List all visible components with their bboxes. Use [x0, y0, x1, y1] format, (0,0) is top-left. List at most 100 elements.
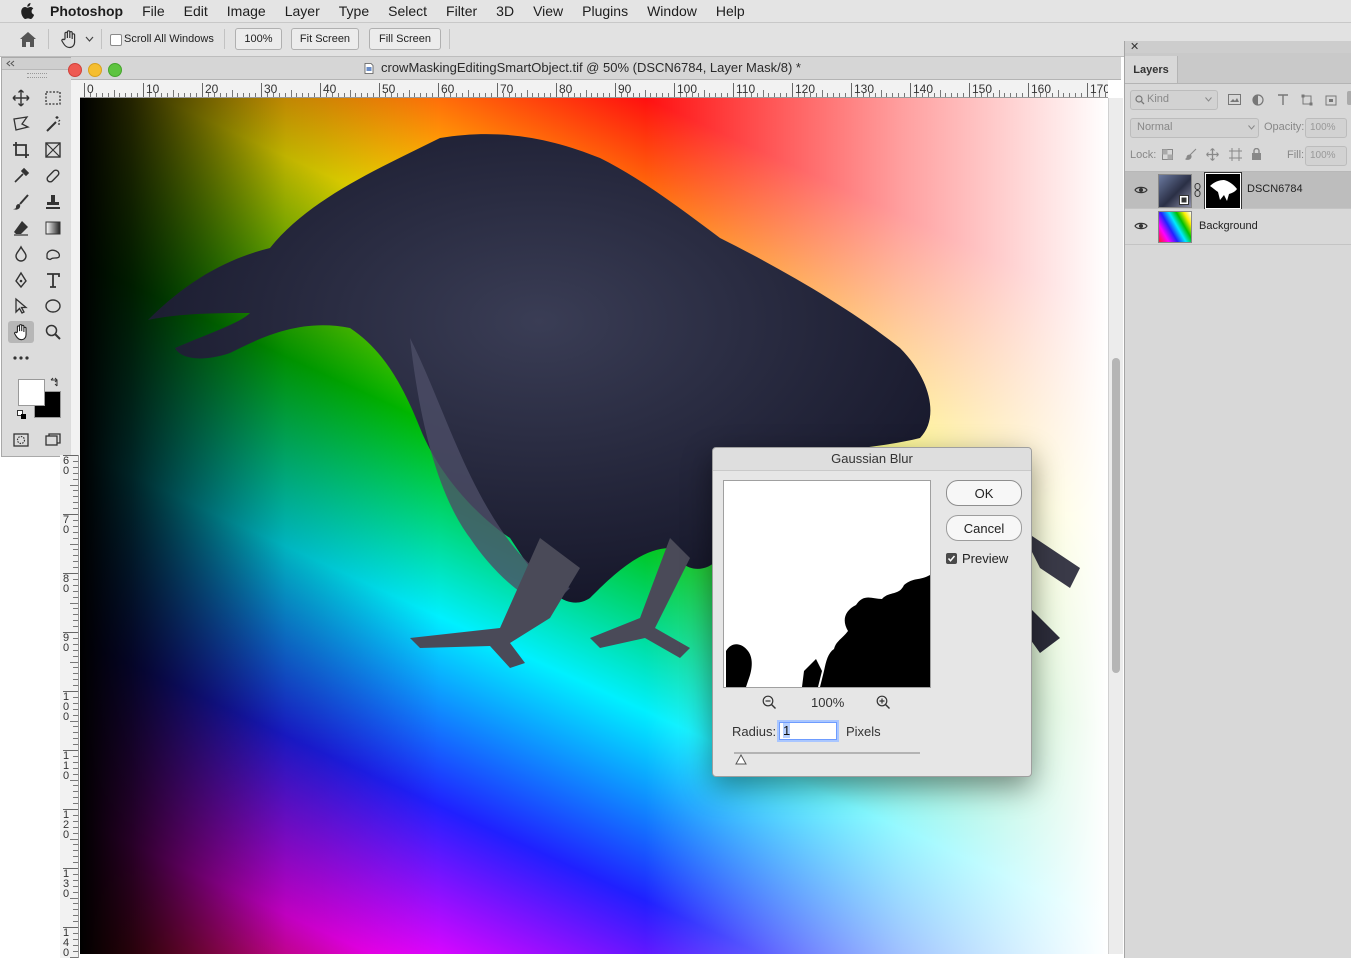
adjustment-filter-icon[interactable] [1252, 94, 1264, 106]
scrollbar-thumb[interactable] [1112, 358, 1120, 673]
lock-position-icon[interactable] [1206, 148, 1219, 161]
magic-wand-tool[interactable] [40, 113, 66, 135]
move-tool[interactable] [8, 87, 34, 109]
radius-value[interactable]: 1 [783, 723, 791, 738]
hand-tool-icon[interactable] [59, 29, 79, 49]
tab-layers[interactable]: Layers [1125, 56, 1178, 83]
eyedropper-tool[interactable] [8, 165, 34, 187]
layer-thumbnail[interactable] [1158, 174, 1192, 208]
eraser-tool[interactable] [8, 217, 34, 239]
menu-edit[interactable]: Edit [184, 3, 208, 19]
chevron-down-icon [1248, 125, 1255, 130]
menu-app-photoshop[interactable]: Photoshop [50, 3, 123, 19]
layer-name[interactable]: Background [1199, 220, 1258, 232]
lock-artboard-icon[interactable] [1229, 148, 1242, 161]
layer-row-dscn6784[interactable]: DSCN6784 [1125, 172, 1351, 210]
menu-select[interactable]: Select [388, 3, 427, 19]
chain-link-icon[interactable] [1194, 183, 1201, 197]
zoom-tool[interactable] [40, 321, 66, 343]
radius-slider-track[interactable] [734, 752, 920, 754]
eye-icon[interactable] [1134, 221, 1148, 231]
layer-name[interactable]: DSCN6784 [1247, 183, 1303, 195]
lock-pixels-icon[interactable] [1185, 148, 1197, 160]
marquee-tool[interactable] [40, 87, 66, 109]
brush-tool[interactable] [8, 191, 34, 213]
layer-row-background[interactable]: Background [1125, 209, 1351, 245]
chevron-down-icon[interactable] [85, 36, 94, 43]
menu-window[interactable]: Window [647, 3, 697, 19]
ok-button[interactable]: OK [946, 480, 1022, 506]
fit-screen-button[interactable]: Fit Screen [291, 28, 359, 50]
close-panel-icon[interactable]: ✕ [1130, 40, 1139, 53]
menu-layer[interactable]: Layer [285, 3, 320, 19]
blend-mode-select[interactable]: Normal [1130, 118, 1259, 138]
lock-all-icon[interactable] [1251, 148, 1262, 160]
edit-toolbar[interactable] [8, 347, 34, 369]
kind-filter-select[interactable]: Kind [1130, 90, 1218, 110]
close-window-button[interactable] [68, 63, 82, 77]
pixel-filter-icon[interactable] [1228, 94, 1241, 105]
foreground-color-swatch[interactable] [18, 379, 45, 406]
dialog-title[interactable]: Gaussian Blur [713, 448, 1031, 471]
frame-tool[interactable] [40, 139, 66, 161]
collapse-icon[interactable] [6, 60, 15, 67]
stamp-tool[interactable] [40, 191, 66, 213]
shape-filter-icon[interactable] [1301, 94, 1313, 106]
layer-thumbnail[interactable] [1158, 211, 1192, 243]
type-tool[interactable] [40, 269, 66, 291]
type-filter-icon[interactable] [1277, 94, 1289, 105]
polygonal-lasso-icon [13, 116, 30, 131]
menu-help[interactable]: Help [716, 3, 745, 19]
cancel-button[interactable]: Cancel [946, 515, 1022, 541]
healing-brush-tool[interactable] [40, 165, 66, 187]
smart-object-filter-icon[interactable] [1325, 94, 1337, 106]
zoom-in-icon[interactable] [876, 695, 891, 710]
ruler-tick [969, 83, 970, 97]
swap-colors-icon[interactable] [49, 377, 60, 388]
preview-checkbox[interactable] [946, 553, 957, 564]
opacity-input[interactable]: 100% [1305, 118, 1347, 138]
screen-mode-button[interactable] [40, 429, 66, 451]
layer-mask-thumbnail[interactable] [1204, 172, 1242, 210]
radius-slider-thumb[interactable] [735, 754, 747, 765]
radius-input[interactable]: 1 [779, 722, 837, 740]
menu-filter[interactable]: Filter [446, 3, 477, 19]
quick-mask-button[interactable] [8, 429, 34, 451]
ellipse-tool[interactable] [40, 295, 66, 317]
maximize-window-button[interactable] [108, 63, 122, 77]
home-icon[interactable] [19, 31, 37, 48]
pen-tool[interactable] [8, 269, 34, 291]
zoom-100-button[interactable]: 100% [235, 28, 282, 50]
dodge-tool[interactable] [40, 243, 66, 265]
hand-tool-active[interactable] [8, 321, 34, 343]
default-colors-icon[interactable] [17, 410, 27, 420]
ruler-tick [851, 83, 852, 97]
filter-preview[interactable] [723, 480, 931, 688]
menu-image[interactable]: Image [227, 3, 266, 19]
lock-label: Lock: [1130, 149, 1157, 161]
fill-screen-button[interactable]: Fill Screen [369, 28, 441, 50]
eye-icon[interactable] [1134, 185, 1148, 195]
panel-header[interactable]: ✕ [1125, 41, 1351, 53]
blur-tool[interactable] [8, 243, 34, 265]
menu-plugins[interactable]: Plugins [582, 3, 628, 19]
lasso-tool[interactable] [8, 113, 34, 135]
ruler-tick [497, 83, 498, 97]
vertical-scrollbar[interactable] [1108, 98, 1123, 954]
menu-3d[interactable]: 3D [496, 3, 514, 19]
zoom-out-icon[interactable] [762, 695, 777, 710]
filter-toggle[interactable] [1347, 91, 1351, 105]
toolbox-grip[interactable] [27, 73, 47, 78]
scroll-all-windows-checkbox[interactable] [110, 34, 122, 46]
apple-icon[interactable] [20, 3, 34, 19]
fill-input[interactable]: 100% [1305, 146, 1347, 166]
menu-file[interactable]: File [142, 3, 165, 19]
toolbox-header[interactable] [2, 58, 72, 70]
lock-transparent-icon[interactable] [1162, 149, 1173, 160]
crop-tool[interactable] [8, 139, 34, 161]
menu-view[interactable]: View [533, 3, 563, 19]
path-selection-tool[interactable] [8, 295, 34, 317]
menu-type[interactable]: Type [339, 3, 369, 19]
gradient-tool[interactable] [40, 217, 66, 239]
minimize-window-button[interactable] [88, 63, 102, 77]
